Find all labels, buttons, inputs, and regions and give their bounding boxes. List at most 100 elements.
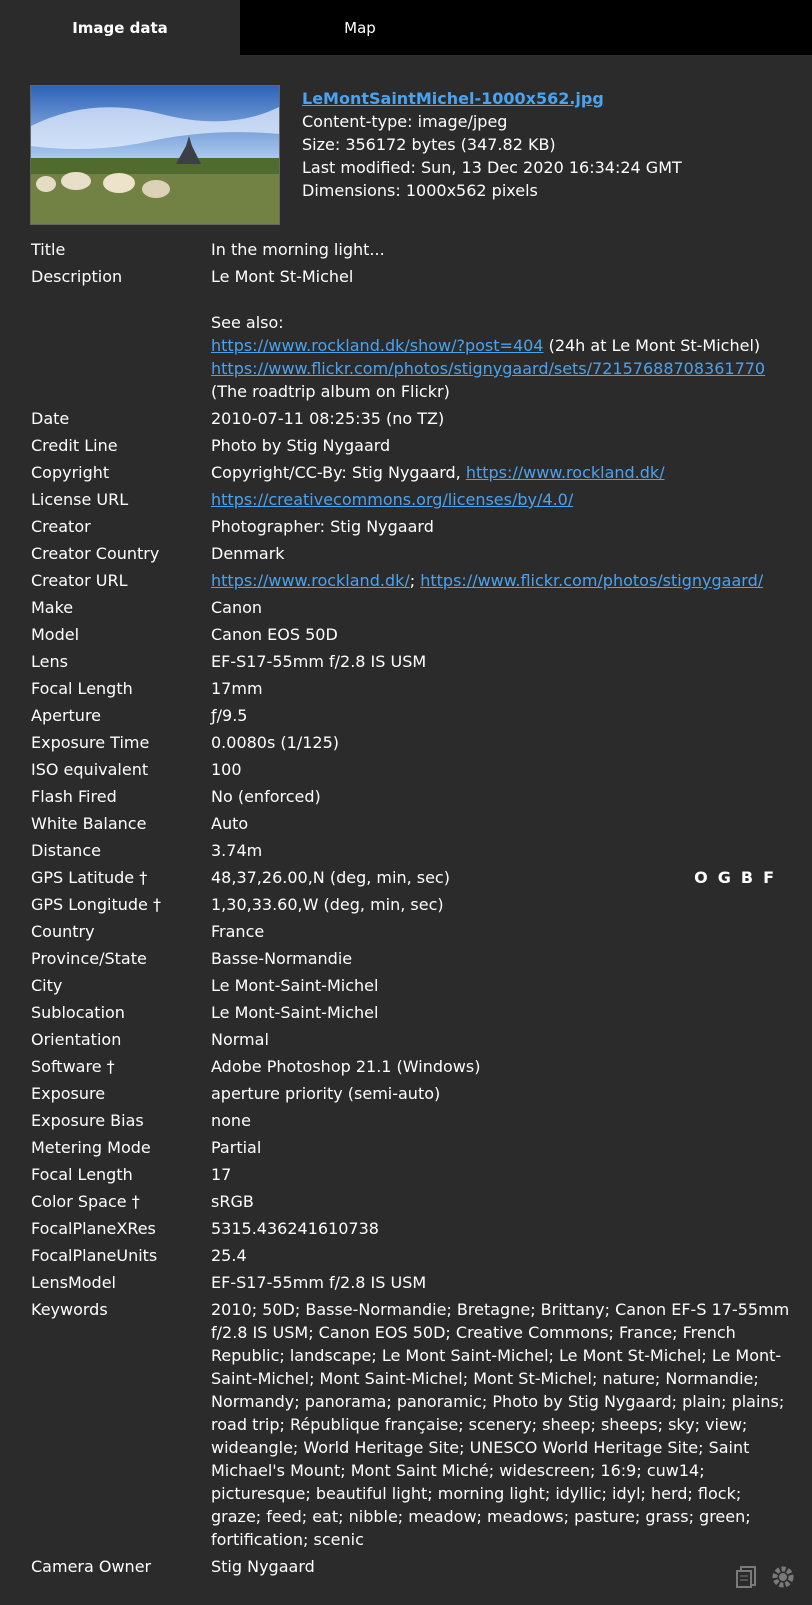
- row-value: Adobe Photoshop 21.1 (Windows): [211, 1057, 481, 1076]
- row-title: Title In the morning light...: [0, 236, 812, 263]
- license-link[interactable]: https://creativecommons.org/licenses/by/…: [211, 490, 573, 509]
- row-value: France: [211, 922, 265, 941]
- row-value: 3.74m: [211, 841, 263, 860]
- row-label: License URL: [31, 490, 129, 509]
- row-value: Partial: [211, 1138, 262, 1157]
- file-header: LeMontSaintMichel-1000x562.jpg Content-t…: [0, 55, 812, 225]
- row-white-balance: White Balance Auto: [0, 810, 812, 837]
- copyright-link[interactable]: https://www.rockland.dk/: [466, 463, 665, 482]
- tab-map[interactable]: Map: [240, 0, 480, 55]
- row-value: Copyright/CC-By: Stig Nygaard, https://w…: [211, 461, 791, 484]
- row-label: GPS Latitude †: [31, 868, 148, 887]
- row-value: Stig Nygaard: [211, 1557, 315, 1576]
- metadata-table: Title In the morning light... Description…: [0, 236, 812, 1580]
- row-value: Denmark: [211, 544, 285, 563]
- row-value: Le Mont-Saint-Michel: [211, 976, 379, 995]
- row-distance: Distance 3.74m: [0, 837, 812, 864]
- row-sublocation: Sublocation Le Mont-Saint-Michel: [0, 999, 812, 1026]
- row-value: Canon: [211, 598, 263, 617]
- row-city: City Le Mont-Saint-Michel: [0, 972, 812, 999]
- flickr-album-link[interactable]: https://www.flickr.com/photos/stignygaar…: [211, 359, 765, 378]
- row-label: Keywords: [31, 1300, 108, 1319]
- row-value: EF-S17-55mm f/2.8 IS USM: [211, 652, 427, 671]
- row-camera-owner: Camera Owner Stig Nygaard: [0, 1553, 812, 1580]
- row-creator-url: Creator URL https://www.rockland.dk/; htt…: [0, 567, 812, 594]
- row-label: Lens: [31, 652, 68, 671]
- bottom-actions: [733, 1563, 797, 1595]
- row-value: Photo by Stig Nygaard: [211, 436, 391, 455]
- description-see-also: See also:: [211, 313, 284, 332]
- tab-image-data[interactable]: Image data: [0, 0, 240, 55]
- row-value: 0.0080s (1/125): [211, 733, 339, 752]
- row-label: Credit Line: [31, 436, 118, 455]
- row-value: Normal: [211, 1030, 269, 1049]
- gear-icon[interactable]: [769, 1563, 797, 1595]
- row-label: City: [31, 976, 63, 995]
- row-value: 2010-07-11 08:25:35 (no TZ): [211, 409, 445, 428]
- row-value: 5315.436241610738: [211, 1219, 379, 1238]
- row-label: Flash Fired: [31, 787, 117, 806]
- row-value: 17mm: [211, 679, 263, 698]
- row-creator-country: Creator Country Denmark: [0, 540, 812, 567]
- row-lens-model: LensModel EF-S17-55mm f/2.8 IS USM: [0, 1269, 812, 1296]
- row-value: 25.4: [211, 1246, 247, 1265]
- row-software: Software † Adobe Photoshop 21.1 (Windows): [0, 1053, 812, 1080]
- row-value: Le Mont St-Michel See also: https://www.…: [211, 265, 791, 403]
- row-description: Description Le Mont St-Michel See also: …: [0, 263, 812, 405]
- row-label: FocalPlaneUnits: [31, 1246, 158, 1265]
- row-value: Basse-Normandie: [211, 949, 353, 968]
- row-label: Exposure: [31, 1084, 106, 1103]
- description-line: Le Mont St-Michel: [211, 267, 354, 286]
- row-label: Exposure Time: [31, 733, 150, 752]
- row-value: 1,30,33.60,W (deg, min, sec): [211, 895, 444, 914]
- copy-icon[interactable]: [733, 1563, 761, 1595]
- row-value: Auto: [211, 814, 249, 833]
- row-label: Camera Owner: [31, 1557, 152, 1576]
- row-orientation: Orientation Normal: [0, 1026, 812, 1053]
- row-make: Make Canon: [0, 594, 812, 621]
- row-label: Distance: [31, 841, 101, 860]
- row-label: Creator URL: [31, 571, 128, 590]
- row-label: Make: [31, 598, 74, 617]
- row-label: Sublocation: [31, 1003, 125, 1022]
- row-value: https://creativecommons.org/licenses/by/…: [211, 488, 791, 511]
- row-country: Country France: [0, 918, 812, 945]
- row-exposure: Exposure aperture priority (semi-auto): [0, 1080, 812, 1107]
- row-label: Model: [31, 625, 80, 644]
- row-exposure-time: Exposure Time 0.0080s (1/125): [0, 729, 812, 756]
- file-name-link[interactable]: LeMontSaintMichel-1000x562.jpg: [302, 87, 682, 110]
- row-date: Date 2010-07-11 08:25:35 (no TZ): [0, 405, 812, 432]
- rockland-post-link[interactable]: https://www.rockland.dk/show/?post=404: [211, 336, 543, 355]
- row-value: No (enforced): [211, 787, 321, 806]
- row-value: aperture priority (semi-auto): [211, 1084, 441, 1103]
- creator-url-link[interactable]: https://www.rockland.dk/: [211, 571, 410, 590]
- row-label: Exposure Bias: [31, 1111, 144, 1130]
- row-label: Software †: [31, 1057, 115, 1076]
- row-label: LensModel: [31, 1273, 116, 1292]
- row-label: Creator: [31, 517, 91, 536]
- row-focal-plane-xres: FocalPlaneXRes 5315.436241610738: [0, 1215, 812, 1242]
- row-creator: Creator Photographer: Stig Nygaard: [0, 513, 812, 540]
- row-value: 2010; 50D; Basse-Normandie; Bretagne; Br…: [211, 1300, 790, 1549]
- separator: ;: [409, 571, 421, 590]
- row-label: Date: [31, 409, 70, 428]
- row-focal-length-2: Focal Length 17: [0, 1161, 812, 1188]
- row-flash: Flash Fired No (enforced): [0, 783, 812, 810]
- row-label: Color Space †: [31, 1192, 140, 1211]
- flickr-profile-link[interactable]: https://www.flickr.com/photos/stignygaar…: [420, 571, 763, 590]
- row-province: Province/State Basse-Normandie: [0, 945, 812, 972]
- row-exposure-bias: Exposure Bias none: [0, 1107, 812, 1134]
- row-value: Canon EOS 50D: [211, 625, 338, 644]
- row-label: Province/State: [31, 949, 147, 968]
- row-aperture: Aperture ƒ/9.5: [0, 702, 812, 729]
- gps-map-links[interactable]: OGBF: [694, 866, 784, 889]
- row-label: Creator Country: [31, 544, 160, 563]
- row-label: Aperture: [31, 706, 102, 725]
- file-size: Size: 356172 bytes (347.82 KB): [302, 135, 556, 154]
- row-label: GPS Longitude †: [31, 895, 161, 914]
- image-thumbnail: [30, 85, 280, 225]
- row-gps-longitude: GPS Longitude † 1,30,33.60,W (deg, min, s…: [0, 891, 812, 918]
- row-label: Title: [31, 240, 66, 259]
- row-value: 100: [211, 760, 242, 779]
- copyright-text: Copyright/CC-By: Stig Nygaard,: [211, 463, 466, 482]
